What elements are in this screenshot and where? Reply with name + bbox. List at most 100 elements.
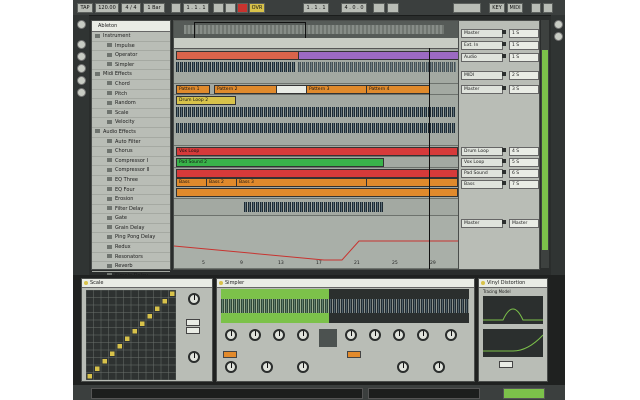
clip[interactable] — [176, 188, 458, 197]
clip[interactable]: Pattern 1 — [176, 85, 210, 94]
clip[interactable] — [276, 85, 308, 94]
output-chooser[interactable]: 5 S — [509, 158, 539, 167]
pitch-knob[interactable] — [261, 361, 273, 373]
power-icon[interactable] — [219, 281, 223, 285]
browser-item[interactable]: Grain Delay — [92, 224, 170, 234]
play-button[interactable] — [213, 3, 224, 13]
monitor-indicator[interactable] — [502, 148, 506, 152]
browser-item[interactable]: Chord — [92, 80, 170, 90]
browser-item[interactable]: Scale — [92, 109, 170, 119]
power-icon[interactable] — [481, 281, 485, 285]
monitor-indicator[interactable] — [502, 72, 506, 76]
track-lane-2[interactable]: Pattern 1 Pattern 2 Pattern 3 Pattern 4 — [174, 84, 459, 95]
loop-start-field[interactable]: 1 . 1 . 1 — [303, 3, 329, 13]
fold-button[interactable] — [186, 319, 200, 326]
output-chooser[interactable]: 3 S — [509, 85, 539, 94]
browser-item[interactable]: EQ Three — [92, 176, 170, 186]
clip[interactable] — [176, 51, 300, 60]
tempo-field[interactable]: 120.00 — [95, 3, 119, 13]
browser-item[interactable]: Audio Effects — [92, 128, 170, 138]
file-browser-2-icon[interactable] — [77, 76, 86, 85]
scale-toggle[interactable] — [186, 327, 200, 334]
punch-in-button[interactable] — [373, 3, 385, 13]
browser-item[interactable]: Chorus — [92, 147, 170, 157]
track-lane-3[interactable]: Drum Loop 2 — [174, 95, 459, 146]
punch-out-button[interactable] — [387, 3, 399, 13]
sustain-knob[interactable] — [345, 329, 357, 341]
filter-freq-knob[interactable] — [225, 329, 237, 341]
beat-time-ruler[interactable] — [174, 38, 459, 49]
browser-item[interactable]: Compressor I — [92, 157, 170, 167]
input-type-chooser[interactable]: Ext. In — [461, 41, 503, 50]
quantize-menu[interactable]: 1 Bar — [143, 3, 165, 13]
power-icon[interactable] — [84, 281, 88, 285]
browser-item[interactable]: EQ Four — [92, 186, 170, 196]
tap-button[interactable]: TAP — [77, 3, 93, 13]
browser-item[interactable]: Resonators — [92, 253, 170, 263]
transpose-knob[interactable] — [188, 351, 200, 363]
song-position-field[interactable]: 1 . 1 . 1 — [183, 3, 209, 13]
browser-item[interactable]: Ping Pong Delay — [92, 233, 170, 244]
output-chooser[interactable]: Master — [509, 219, 539, 228]
output-chooser[interactable]: 4 S — [509, 147, 539, 156]
output-chooser[interactable]: 1 S — [509, 41, 539, 50]
output-chooser[interactable]: 6 S — [509, 169, 539, 178]
browser-item[interactable]: Simpler — [92, 61, 170, 71]
input-type-chooser[interactable]: Audio — [461, 53, 503, 62]
pinch-graph[interactable] — [483, 329, 543, 357]
input-type-chooser[interactable]: Master — [461, 85, 503, 94]
file-browser-3-icon[interactable] — [77, 88, 86, 97]
browser-item[interactable]: Midi Effects — [92, 70, 170, 80]
input-type-chooser[interactable]: MIDI — [461, 71, 503, 80]
input-type-chooser[interactable]: Drum Loop — [461, 147, 503, 156]
monitor-indicator[interactable] — [502, 42, 506, 46]
monitor-indicator[interactable] — [502, 86, 506, 90]
clip[interactable] — [298, 51, 460, 60]
clip[interactable]: Bass 2 — [206, 178, 238, 187]
plugin-browser-icon[interactable] — [77, 52, 86, 61]
volume-knob[interactable] — [445, 329, 457, 341]
browser-item[interactable]: Operator — [92, 51, 170, 61]
output-chooser[interactable]: 2 S — [509, 71, 539, 80]
clip[interactable]: Bass — [176, 178, 208, 187]
overview-view-box[interactable] — [194, 22, 306, 39]
output-chooser[interactable]: 1 S — [509, 53, 539, 62]
browser-item[interactable]: Random — [92, 99, 170, 109]
input-type-chooser[interactable]: Pad Sound — [461, 169, 503, 178]
browser-item[interactable]: Auto Filter — [92, 138, 170, 148]
output-chooser[interactable]: 1 S — [509, 29, 539, 38]
filter-type-button[interactable] — [223, 351, 237, 358]
scale-grid[interactable] — [86, 290, 176, 380]
monitor-indicator[interactable] — [502, 181, 506, 185]
input-type-chooser[interactable]: Vox Loop — [461, 158, 503, 167]
monitor-indicator[interactable] — [502, 220, 506, 224]
browser-item[interactable]: Redux — [92, 243, 170, 253]
browser-toggle-icon[interactable] — [77, 20, 86, 29]
arrangement-overview[interactable] — [174, 21, 459, 39]
browser-item[interactable]: Velocity — [92, 118, 170, 128]
pan-knob[interactable] — [297, 361, 309, 373]
monitor-indicator[interactable] — [502, 159, 506, 163]
spread-knob[interactable] — [417, 329, 429, 341]
track-lane-6[interactable]: Bass Bass 2 Bass 3 — [174, 168, 459, 199]
track-selector[interactable] — [503, 388, 545, 399]
browser-item[interactable]: Instrument — [92, 32, 170, 42]
clip[interactable]: Drum Loop 2 — [176, 96, 236, 105]
browser-item[interactable]: Pitch — [92, 90, 170, 100]
browser-item[interactable]: Compressor II — [92, 166, 170, 176]
input-type-chooser[interactable]: Master — [461, 219, 503, 228]
track-lane-1[interactable] — [174, 49, 460, 84]
attack-knob[interactable] — [273, 329, 285, 341]
browser-item[interactable]: Reverb — [92, 262, 170, 272]
monitor-indicator[interactable] — [502, 30, 506, 34]
clip[interactable]: Vox Loop — [176, 147, 458, 156]
output-chooser[interactable]: 7 S — [509, 180, 539, 189]
clip[interactable]: Pattern 3 — [306, 85, 368, 94]
glide-knob[interactable] — [433, 361, 445, 373]
key-map-button[interactable]: KEY — [489, 3, 505, 13]
filter-res-knob[interactable] — [249, 329, 261, 341]
lfo-rate-knob[interactable] — [393, 329, 405, 341]
soft-hard-button[interactable] — [499, 361, 513, 368]
browser-item[interactable]: Impulse — [92, 42, 170, 52]
base-knob[interactable] — [188, 293, 200, 305]
